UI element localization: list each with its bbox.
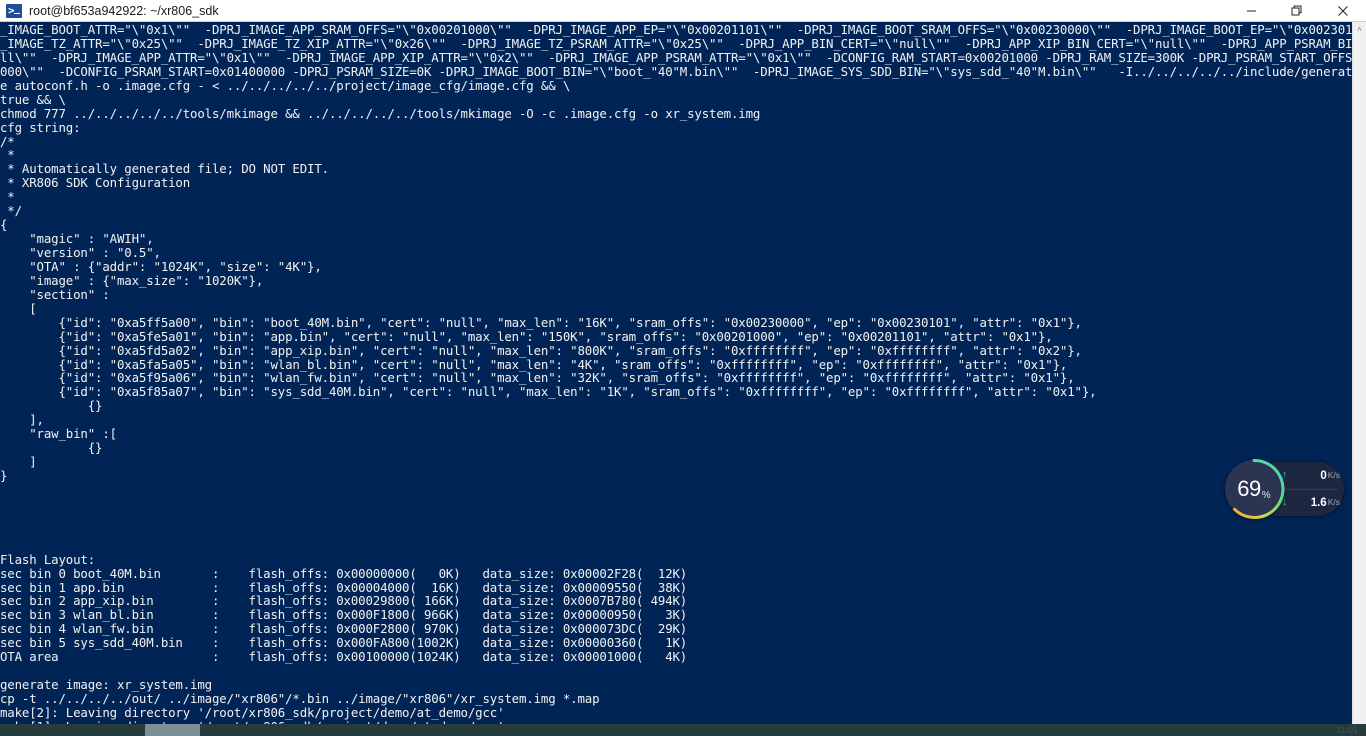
terminal-line: sec bin 1 app.bin : flash_offs: 0x000040… [0, 579, 688, 595]
terminal-line: [ [0, 300, 37, 316]
terminal-line: "version" : "0.5", [0, 245, 161, 260]
terminal-line: _IMAGE_BOOT_ATTR="\"0x1\"" -DPRJ_IMAGE_A… [0, 22, 1366, 37]
terminal-line: sec bin 3 wlan_bl.bin : flash_offs: 0x00… [0, 607, 688, 623]
terminal-line: * [0, 147, 15, 163]
terminal-line: e autoconf.h -o .image.cfg - < ../../../… [0, 77, 571, 93]
terminal-line: * [0, 189, 15, 205]
terminal-app-icon [6, 3, 22, 18]
cpu-usage-gauge[interactable]: 69 % [1222, 457, 1286, 521]
horizontal-scrollbar-thumb[interactable] [145, 724, 200, 736]
terminal-line: "magic" : "AWIH", [0, 231, 154, 247]
terminal-line: "raw_bin" :[ [0, 426, 117, 442]
minimize-button[interactable] [1228, 0, 1274, 22]
terminal-line: {"id": "0xa5f85a07", "bin": "sys_sdd_40M… [0, 384, 1097, 400]
taskbar-clock: 11:01 [1336, 725, 1358, 735]
terminal-line: 000\"" -DCONFIG_PSRAM_START=0x01400000 -… [0, 63, 1366, 79]
terminal-line: generate image: xr_system.img [0, 677, 212, 693]
terminal-line: sec bin 4 wlan_fw.bin : flash_offs: 0x00… [0, 621, 688, 637]
download-rate-unit: K/s [1327, 497, 1340, 507]
terminal-line: {} [0, 398, 103, 414]
download-rate-value: 1.6 [1310, 496, 1327, 509]
terminal-line: * Automatically generated file; DO NOT E… [0, 161, 329, 177]
terminal-line: /* [0, 133, 15, 149]
upload-rate-value: 0 [1320, 469, 1327, 482]
network-monitor-widget[interactable]: ↑ 0 K/s ↓ 1.6 K/s 69 % [1222, 457, 1344, 521]
terminal-line: {"id": "0xa5fd5a02", "bin": "app_xip.bin… [0, 342, 1082, 358]
terminal-line: make[2]: Leaving directory '/root/xr806_… [0, 704, 505, 720]
terminal-line: cp -t ../../../../out/ ../image/"xr806"/… [0, 691, 600, 706]
terminal-line: OTA area : flash_offs: 0x00100000(1024K)… [0, 649, 688, 665]
terminal-line: "image" : {"max_size": "1020K"}, [0, 272, 264, 288]
terminal-line: cfg string: [0, 119, 81, 135]
window-title: root@bf653a942922: ~/xr806_sdk [29, 3, 219, 18]
terminal-window[interactable]: _IMAGE_BOOT_ATTR="\"0x1\"" -DPRJ_IMAGE_A… [0, 22, 1366, 724]
upload-rate-row: ↑ 0 K/s [1282, 462, 1340, 489]
scroll-up-icon[interactable]: ˄ [1353, 22, 1366, 37]
terminal-line: chmod 777 ../../../../../tools/mkimage &… [0, 105, 761, 121]
terminal-line: {"id": "0xa5fe5a01", "bin": "app.bin", "… [0, 328, 1053, 344]
vertical-scrollbar[interactable]: ˄ [1352, 22, 1366, 724]
horizontal-scrollbar[interactable]: 11:01 [0, 724, 1366, 736]
gauge-readout: 69 % [1222, 457, 1286, 521]
terminal-output: _IMAGE_BOOT_ATTR="\"0x1\"" -DPRJ_IMAGE_A… [0, 22, 1366, 724]
terminal-line: _IMAGE_TZ_ATTR="\"0x25\"" -DPRJ_IMAGE_TZ… [0, 35, 1366, 51]
terminal-line: sec bin 0 boot_40M.bin : flash_offs: 0x0… [0, 565, 688, 581]
terminal-line: } [0, 468, 8, 483]
terminal-line: * XR806 SDK Configuration [0, 175, 191, 191]
terminal-line: */ [0, 203, 22, 219]
gauge-percent-symbol: % [1261, 490, 1271, 501]
terminal-line: true && \ [0, 91, 66, 107]
terminal-line: "section" : [0, 286, 110, 302]
terminal-line: {"id": "0xa5fa5a05", "bin": "wlan_bl.bin… [0, 356, 1068, 372]
upload-rate-unit: K/s [1327, 470, 1340, 480]
terminal-line: sec bin 5 sys_sdd_40M.bin : flash_offs: … [0, 635, 688, 651]
terminal-line: Flash Layout: [0, 551, 96, 567]
window-controls [1228, 0, 1366, 22]
terminal-line: "OTA" : {"addr": "1024K", "size": "4K"}, [0, 258, 322, 274]
terminal-line: sec bin 2 app_xip.bin : flash_offs: 0x00… [0, 593, 688, 609]
terminal-line: {"id": "0xa5ff5a00", "bin": "boot_40M.bi… [0, 314, 1082, 330]
gauge-percent-value: 69 [1237, 476, 1261, 501]
download-rate-row: ↓ 1.6 K/s [1282, 489, 1340, 516]
terminal-line: { [0, 217, 8, 233]
window-titlebar[interactable]: root@bf653a942922: ~/xr806_sdk [0, 0, 1366, 22]
terminal-line: ], [0, 412, 44, 428]
close-button[interactable] [1320, 0, 1366, 22]
terminal-line: ll\"" -DPRJ_IMAGE_APP_ATTR="\"0x1\"" -DP… [0, 49, 1366, 65]
terminal-line: ] [0, 454, 37, 470]
terminal-line: {} [0, 440, 103, 456]
terminal-line: {"id": "0xa5f95a06", "bin": "wlan_fw.bin… [0, 370, 1075, 386]
maximize-button[interactable] [1274, 0, 1320, 22]
